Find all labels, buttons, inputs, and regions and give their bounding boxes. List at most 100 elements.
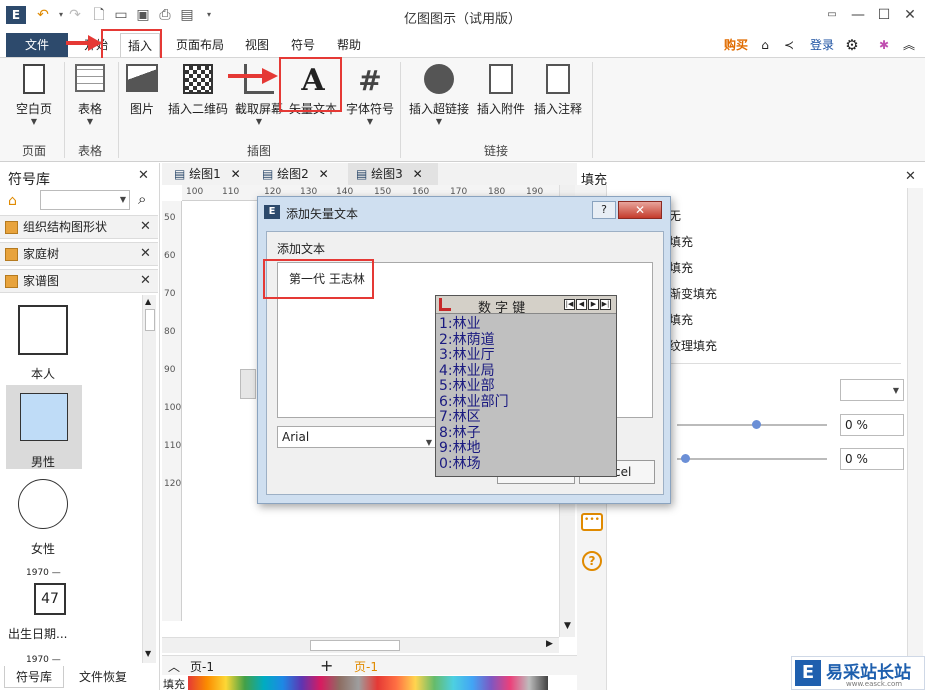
right-scrollbar[interactable] (907, 188, 923, 690)
ruler-tick: 120 (164, 479, 182, 489)
share-icon[interactable]: ⌂ (756, 33, 774, 57)
font-symbol-button[interactable]: # 字体符号 ▼ (344, 64, 396, 126)
doc-tab-active[interactable]: ▤ 绘图3 ✕ (348, 163, 438, 185)
tab-symbol-library[interactable]: 符号库 (4, 666, 64, 688)
minimize-icon[interactable]: — (844, 4, 872, 26)
shape-age-box[interactable]: 47 (34, 583, 66, 615)
ime-next-page-icon[interactable]: ▶ (588, 299, 599, 310)
page-tab-active[interactable]: 页-1 (354, 658, 378, 675)
ime-prev-page-icon[interactable]: ◀ (576, 299, 587, 310)
ime-candidate[interactable]: 0:林场 (439, 456, 481, 473)
pct-input-1[interactable]: 0 % (840, 414, 904, 436)
canvas-shape-partial[interactable] (240, 369, 256, 399)
ime-last-page-icon[interactable]: ▶| (600, 299, 611, 310)
login-link[interactable]: 登录 (806, 33, 838, 57)
color-palette[interactable] (188, 676, 548, 690)
fill-option-pattern[interactable]: 填充 (669, 259, 693, 276)
ime-candidate[interactable]: 5:林业部 (439, 378, 495, 395)
attachment-button[interactable]: 插入附件 (474, 64, 528, 117)
hyperlink-button[interactable]: 插入超链接 ▼ (406, 64, 472, 126)
screenshot-caret: ▼ (255, 117, 263, 126)
shape-female-label: 女性 (30, 542, 55, 556)
annotation-box-vector-text (279, 57, 342, 112)
canvas-hscrollbar[interactable]: ▶ (162, 637, 559, 653)
fill-option-solid[interactable]: 填充 (669, 233, 693, 250)
buy-link[interactable]: 购买 (720, 33, 752, 57)
pct-value-1: 0 % (845, 418, 868, 432)
ime-candidate[interactable]: 7:林区 (439, 409, 481, 426)
panel-scrollbar[interactable]: ▲ ▼ (142, 295, 156, 663)
maximize-icon[interactable]: ☐ (870, 4, 898, 26)
menu-page-layout[interactable]: 页面布局 (170, 33, 230, 57)
close-tab-icon[interactable]: ✕ (413, 167, 423, 181)
tab-file-recovery[interactable]: 文件恢复 (70, 666, 136, 688)
comment-icon[interactable]: ••• (581, 513, 603, 531)
scroll-down-icon[interactable]: ▼ (145, 649, 151, 658)
hscroll-thumb[interactable] (310, 640, 400, 651)
page-up-icon[interactable]: ︿ (168, 658, 180, 675)
library-search-input[interactable]: ▼ (40, 190, 130, 210)
help-icon[interactable]: ? (582, 551, 602, 571)
slider-second[interactable] (677, 454, 827, 463)
scroll-thumb[interactable] (145, 309, 155, 331)
theme-icon[interactable]: ✱ (874, 33, 894, 57)
fill-option-gradient[interactable]: 渐变填充 (669, 285, 717, 302)
doc-tab[interactable]: ▤ 绘图2 ✕ (254, 163, 344, 185)
library-row[interactable]: 家谱图 ✕ (0, 269, 158, 293)
fill-option-texture[interactable]: 纹理填充 (669, 337, 717, 354)
font-select[interactable]: Arial ▼ (277, 426, 437, 448)
color-dropdown[interactable]: ▼ (840, 379, 904, 401)
file-menu-button[interactable]: 文件 (6, 33, 68, 57)
group-link-label: 链接 (483, 144, 508, 158)
ime-candidate[interactable]: 1:林业 (439, 316, 481, 333)
scroll-down-icon[interactable]: ▼ (564, 621, 571, 631)
library-row[interactable]: 组织结构图形状 ✕ (0, 215, 158, 239)
close-tab-icon[interactable]: ✕ (319, 167, 329, 181)
library-icon (5, 275, 18, 288)
shape-male[interactable] (20, 393, 68, 441)
dialog-close-button[interactable]: ✕ (618, 201, 662, 219)
settings-gear-icon[interactable]: ⚙ (840, 33, 864, 57)
dialog-help-button[interactable]: ? (592, 201, 616, 219)
table-button[interactable]: 表格 ▼ (70, 64, 110, 126)
close-library-icon[interactable]: ✕ (140, 243, 151, 265)
ime-candidate[interactable]: 3:林业厅 (439, 347, 495, 364)
close-library-icon[interactable]: ✕ (140, 216, 151, 238)
collapse-ribbon-icon[interactable]: ︽ (900, 33, 918, 57)
scroll-right-icon[interactable]: ▶ (546, 639, 553, 649)
fill-option-image[interactable]: 填充 (669, 311, 693, 328)
search-icon[interactable]: ⌕ (138, 190, 146, 208)
panel-title: 符号库 (8, 172, 50, 188)
doc-tab[interactable]: ▤ 绘图1 ✕ (166, 163, 252, 185)
pct-input-2[interactable]: 0 % (840, 448, 904, 470)
scroll-up-icon[interactable]: ▲ (145, 297, 151, 306)
page-tab[interactable]: 页-1 (190, 658, 214, 675)
menu-help[interactable]: 帮助 (332, 33, 366, 57)
slider-thumb[interactable] (681, 454, 690, 463)
ime-candidate[interactable]: 9:林地 (439, 440, 481, 457)
close-fill-panel-icon[interactable]: ✕ (905, 169, 916, 184)
home-icon[interactable]: ⌂ (8, 193, 17, 209)
add-page-icon[interactable]: + (320, 656, 333, 675)
qrcode-button[interactable]: 插入二维码 (166, 64, 230, 117)
slider-thumb[interactable] (752, 420, 761, 429)
ribbon-collapse-icon[interactable]: ▭ (818, 4, 846, 26)
library-row[interactable]: 家庭树 ✕ (0, 242, 158, 266)
pct-value-2: 0 % (845, 452, 868, 466)
picture-button[interactable]: 图片 (122, 64, 162, 117)
blank-page-button[interactable]: 空白页 ▼ (10, 64, 58, 126)
close-icon[interactable]: ✕ (896, 4, 924, 26)
menu-symbol[interactable]: 符号 (286, 33, 320, 57)
social-share-icon[interactable]: ≺ (780, 33, 798, 57)
close-library-icon[interactable]: ✕ (140, 270, 151, 292)
shape-self[interactable] (18, 305, 68, 355)
close-panel-icon[interactable]: ✕ (138, 168, 149, 183)
menu-view[interactable]: 视图 (240, 33, 274, 57)
picture-icon (126, 64, 158, 92)
annotation-button[interactable]: 插入注释 (530, 64, 586, 117)
slider-transparency[interactable] (677, 420, 827, 429)
ime-first-page-icon[interactable]: |◀ (564, 299, 575, 310)
shape-female[interactable] (18, 479, 68, 529)
search-dropdown-icon[interactable]: ▼ (120, 195, 126, 204)
close-tab-icon[interactable]: ✕ (231, 167, 241, 181)
